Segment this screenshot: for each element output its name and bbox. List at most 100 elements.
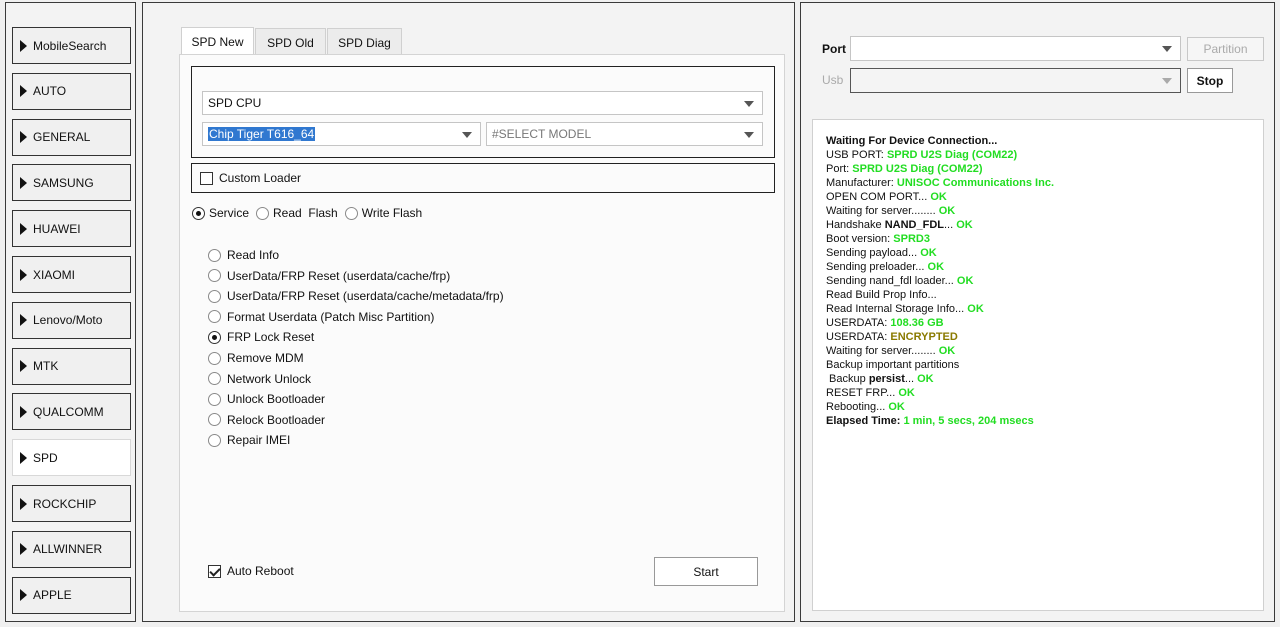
- mode-write-flash-radio[interactable]: [344, 206, 358, 220]
- chip-select[interactable]: Chip Tiger T616_64: [202, 122, 481, 146]
- log-segment: USERDATA:: [826, 331, 891, 343]
- operation-option: Remove MDM: [208, 350, 304, 366]
- auto-reboot-checkbox[interactable]: [208, 564, 221, 578]
- log-line: Read Internal Storage Info... OK: [826, 302, 1263, 316]
- sidebar-item-label: ROCKCHIP: [33, 496, 97, 511]
- partition-button[interactable]: Partition: [1187, 37, 1264, 61]
- log-line: OPEN COM PORT... OK: [826, 190, 1263, 204]
- log-line: Sending preloader... OK: [826, 260, 1263, 274]
- cpu-select-value: SPD CPU: [208, 96, 262, 110]
- sidebar-item-mtk[interactable]: MTK: [12, 347, 131, 385]
- log-segment: SPRD3: [893, 233, 930, 245]
- sidebar-item-samsung[interactable]: SAMSUNG: [12, 164, 131, 202]
- log-segment: Read Build Prop Info...: [826, 289, 937, 301]
- cpu-select[interactable]: SPD CPU: [202, 91, 763, 115]
- log-line: Handshake NAND_FDL... OK: [826, 218, 1263, 232]
- caret-right-icon: [20, 268, 27, 281]
- caret-right-icon: [20, 222, 27, 235]
- operation-option: Network Unlock: [208, 371, 311, 387]
- sidebar-item-rockchip[interactable]: ROCKCHIP: [12, 485, 131, 522]
- caret-right-icon: [20, 451, 27, 464]
- operation-label: Relock Bootloader: [227, 412, 326, 427]
- operation-label: Repair IMEI: [227, 433, 291, 448]
- tab-spd-new[interactable]: SPD New: [181, 27, 254, 56]
- operation-radio[interactable]: [208, 392, 221, 406]
- log-segment: USB PORT:: [826, 149, 887, 161]
- model-select[interactable]: #SELECT MODEL: [486, 122, 763, 146]
- auto-reboot-label: Auto Reboot: [227, 564, 294, 578]
- caret-right-icon: [20, 589, 27, 602]
- log-segment: OK: [920, 247, 937, 259]
- custom-loader-checkbox[interactable]: [200, 171, 213, 185]
- operation-label: Format Userdata (Patch Misc Partition): [227, 309, 435, 324]
- log-line: Manufacturer: UNISOC Communications Inc.: [826, 176, 1263, 190]
- log-segment: Sending nand_fdl loader...: [826, 275, 957, 287]
- operation-radio[interactable]: [208, 330, 221, 344]
- sidebar-item-mobilesearch[interactable]: MobileSearch: [12, 27, 131, 64]
- log-output: Waiting For Device Connection... USB PORT…: [812, 119, 1264, 611]
- custom-loader-label: Custom Loader: [219, 171, 302, 185]
- mode-write-flash-label: Write Flash: [361, 206, 423, 220]
- chevron-down-icon: [744, 132, 754, 138]
- log-segment: Waiting for server........: [826, 205, 939, 217]
- sidebar-item-auto[interactable]: AUTO: [12, 72, 131, 110]
- start-button[interactable]: Start: [654, 557, 758, 586]
- operation-option: Read Info: [208, 247, 279, 263]
- log-segment: Handshake: [826, 219, 885, 231]
- operation-label: Unlock Bootloader: [227, 392, 326, 407]
- port-select[interactable]: [850, 36, 1181, 61]
- usb-select[interactable]: [850, 68, 1181, 93]
- log-line: Boot version: SPRD3: [826, 232, 1263, 246]
- sidebar-item-spd[interactable]: SPD: [12, 439, 131, 477]
- mode-service-radio[interactable]: [192, 206, 205, 220]
- caret-right-icon: [20, 543, 27, 556]
- operation-radio[interactable]: [208, 269, 221, 283]
- sidebar-item-huawei[interactable]: HUAWEI: [12, 210, 131, 248]
- operation-radio[interactable]: [208, 310, 221, 324]
- operation-label: UserData/FRP Reset (userdata/cache/frp): [227, 268, 451, 283]
- mode-read-flash-radio[interactable]: [256, 206, 270, 220]
- log-segment: Backup important partitions: [826, 359, 960, 371]
- log-segment: ENCRYPTED: [890, 331, 958, 343]
- stop-button[interactable]: Stop: [1187, 68, 1233, 93]
- category-sidebar: MobileSearch AUTO GENERAL SAMSUNG HUAWEI XIAO…: [5, 2, 136, 622]
- log-segment: SPRD U2S Diag (COM22): [852, 163, 983, 175]
- log-segment: OK: [956, 275, 974, 287]
- log-segment: Rebooting...: [826, 401, 889, 413]
- mode-radio-group: Service Read Flash Write Flash: [192, 205, 422, 221]
- log-segment: UNISOC Communications Inc.: [896, 177, 1054, 189]
- tab-spd-diag[interactable]: SPD Diag: [327, 28, 402, 56]
- sidebar-item-label: SPD: [33, 450, 58, 465]
- sidebar-item-label: QUALCOMM: [33, 404, 104, 419]
- sidebar-item-label: Lenovo/Moto: [33, 313, 103, 328]
- sidebar-item-lenovo-moto[interactable]: Lenovo/Moto: [12, 301, 131, 339]
- operation-radio[interactable]: [208, 433, 221, 447]
- mode-service-label: Service: [209, 206, 250, 220]
- sidebar-item-general[interactable]: GENERAL: [12, 118, 131, 156]
- mode-read-flash-label: Read Flash: [273, 206, 338, 220]
- log-segment: USERDATA:: [826, 317, 891, 329]
- operation-radio[interactable]: [208, 351, 221, 365]
- sidebar-item-xiaomi[interactable]: XIAOMI: [12, 256, 131, 293]
- log-segment: OK: [938, 205, 956, 217]
- log-line: Backup persist... OK: [826, 372, 1263, 386]
- operation-radio[interactable]: [208, 289, 221, 303]
- operation-radio[interactable]: [208, 413, 221, 427]
- tab-spd-old[interactable]: SPD Old: [255, 28, 326, 56]
- log-segment: OK: [938, 345, 956, 357]
- caret-right-icon: [20, 85, 27, 98]
- sidebar-item-apple[interactable]: APPLE: [12, 576, 131, 614]
- operation-label: Read Info: [227, 248, 280, 262]
- operation-radio[interactable]: [208, 372, 221, 386]
- operation-option: UserData/FRP Reset (userdata/cache/frp): [208, 268, 450, 284]
- log-segment: Backup: [826, 373, 869, 385]
- sidebar-item-qualcomm[interactable]: QUALCOMM: [12, 393, 131, 431]
- log-segment: OPEN COM PORT...: [826, 191, 931, 203]
- operation-option: UserData/FRP Reset (userdata/cache/metad…: [208, 288, 504, 304]
- operation-option: Format Userdata (Patch Misc Partition): [208, 309, 434, 325]
- operation-radio[interactable]: [208, 248, 221, 262]
- chevron-down-icon: [1162, 78, 1172, 84]
- sidebar-item-label: MTK: [33, 359, 59, 374]
- sidebar-item-label: MobileSearch: [33, 38, 107, 53]
- sidebar-item-allwinner[interactable]: ALLWINNER: [12, 530, 131, 568]
